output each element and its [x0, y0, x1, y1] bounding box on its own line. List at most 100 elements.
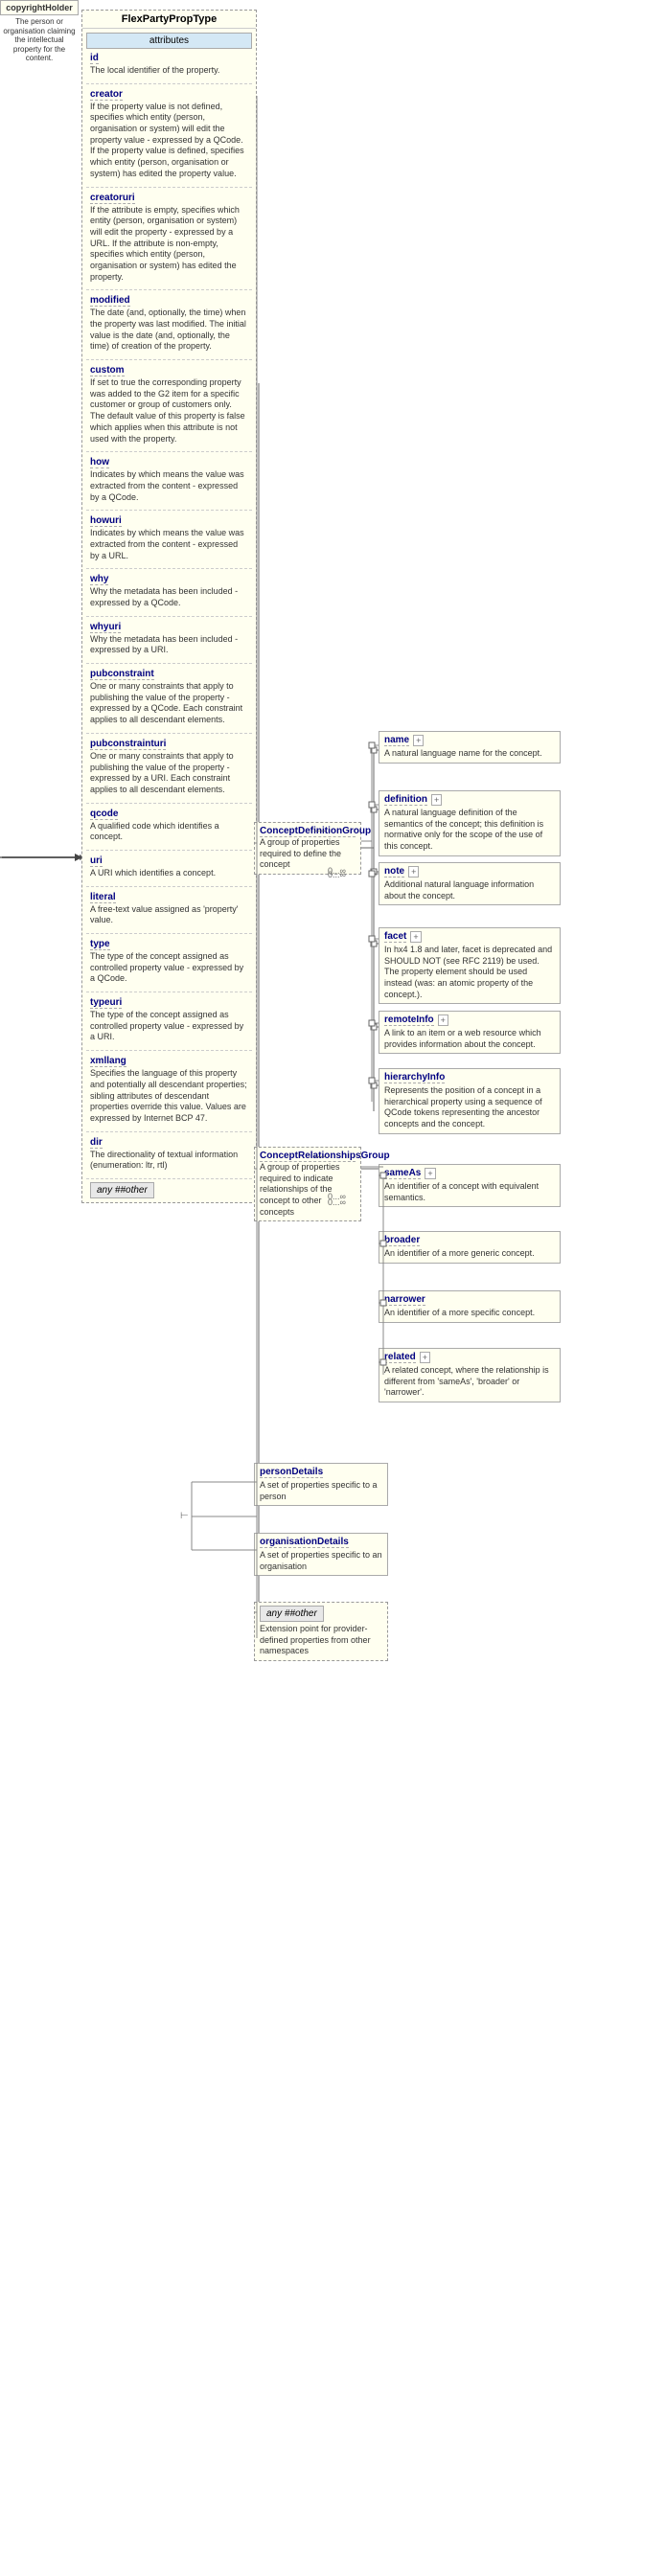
- attr-divider-2: [86, 289, 252, 290]
- attr-name-qcode: qcode: [90, 809, 118, 820]
- attr-desc-id: The local identifier of the property.: [90, 65, 248, 77]
- attr-desc-xmllang: Specifies the language of this property …: [90, 1068, 248, 1124]
- attr-name-uri: uri: [90, 855, 103, 867]
- attr-divider-1: [86, 187, 252, 188]
- attr-desc-qcode: A qualified code which identifies a conc…: [90, 821, 248, 843]
- attr-name-custom: custom: [90, 365, 125, 376]
- attr-item-whyuri: whyuriWhy the metadata has been included…: [90, 620, 248, 660]
- attr-desc-modified: The date (and, optionally, the time) whe…: [90, 308, 248, 353]
- attr-desc-how: Indicates by which means the value was e…: [90, 469, 248, 503]
- main-box-title: FlexPartyPropType: [82, 11, 256, 29]
- remote-info-box: remoteInfo + A link to an item or a web …: [379, 1011, 561, 1054]
- related-ext-icon: +: [420, 1352, 430, 1363]
- attr-item-pubconstrainturi: pubconstrainturiOne or many constraints …: [90, 737, 248, 800]
- attr-name-creatoruri: creatoruri: [90, 193, 135, 204]
- attr-name-id: id: [90, 53, 99, 64]
- concept-def-group-cardinality: 0...∞: [328, 870, 346, 879]
- attr-desc-dir: The directionality of textual informatio…: [90, 1150, 248, 1172]
- main-type-box: FlexPartyPropType attributes idThe local…: [81, 10, 257, 1203]
- attr-item-xmllang: xmllangSpecifies the language of this pr…: [90, 1054, 248, 1128]
- attr-divider-4: [86, 451, 252, 452]
- attr-item-id: idThe local identifier of the property.: [90, 51, 248, 80]
- broader-box: broader An identifier of a more generic …: [379, 1231, 561, 1264]
- attributes-section-header: attributes: [86, 33, 252, 49]
- attr-desc-pubconstrainturi: One or many constraints that apply to pu…: [90, 751, 248, 796]
- attr-item-creatoruri: creatoruriIf the attribute is empty, spe…: [90, 191, 248, 287]
- attr-item-uri: uriA URI which identifies a concept.: [90, 854, 248, 883]
- attr-name-typeuri: typeuri: [90, 997, 122, 1009]
- attr-divider-13: [86, 933, 252, 934]
- name-ext-icon: +: [413, 735, 424, 746]
- attr-name-how: how: [90, 457, 109, 468]
- attr-name-type: type: [90, 939, 110, 950]
- attr-name-why: why: [90, 574, 108, 585]
- attr-divider-16: [86, 1131, 252, 1132]
- facet-ext-icon: +: [410, 931, 421, 943]
- attr-name-xmllang: xmllang: [90, 1056, 126, 1067]
- name-box: name + A natural language name for the c…: [379, 731, 561, 764]
- attr-desc-whyuri: Why the metadata has been included - exp…: [90, 634, 248, 656]
- attr-desc-why: Why the metadata has been included - exp…: [90, 586, 248, 608]
- attr-item-why: whyWhy the metadata has been included - …: [90, 572, 248, 612]
- attr-name-literal: literal: [90, 892, 116, 903]
- attr-name-whyuri: whyuri: [90, 622, 121, 633]
- same-as-box: sameAs + An identifier of a concept with…: [379, 1164, 561, 1207]
- concept-definition-group-box: ConceptDefinitionGroup A group of proper…: [254, 822, 361, 875]
- attr-desc-custom: If set to true the corresponding propert…: [90, 377, 248, 445]
- attr-item-literal: literalA free-text value assigned as 'pr…: [90, 890, 248, 930]
- attr-item-pubconstraint: pubconstraintOne or many constraints tha…: [90, 667, 248, 730]
- concept-relationships-group-box: ConceptRelationshipsGroup A group of pro…: [254, 1147, 361, 1221]
- same-as-ext-icon: +: [425, 1168, 435, 1179]
- narrower-box: narrower An identifier of a more specifi…: [379, 1290, 561, 1323]
- attr-divider-5: [86, 510, 252, 511]
- attr-item-how: howIndicates by which means the value wa…: [90, 455, 248, 507]
- hierarchy-info-box: hierarchyInfo Represents the position of…: [379, 1068, 561, 1134]
- remote-info-ext-icon: +: [438, 1014, 448, 1026]
- attr-item-type: typeThe type of the concept assigned as …: [90, 937, 248, 989]
- attr-item-typeuri: typeuriThe type of the concept assigned …: [90, 995, 248, 1047]
- attr-desc-creatoruri: If the attribute is empty, specifies whi…: [90, 205, 248, 284]
- organisation-details-box: organisationDetails A set of properties …: [254, 1533, 388, 1576]
- attr-divider-8: [86, 663, 252, 664]
- attr-divider-9: [86, 733, 252, 734]
- concept-rel-group-cardinality: 0...∞: [328, 1197, 346, 1207]
- attr-item-dir: dirThe directionality of textual informa…: [90, 1135, 248, 1175]
- attr-divider-10: [86, 803, 252, 804]
- diagram-container: copyrightHolder The person or organisati…: [0, 0, 666, 2576]
- attr-item-custom: customIf set to true the corresponding p…: [90, 363, 248, 448]
- person-details-box: personDetails A set of properties specif…: [254, 1463, 388, 1506]
- attr-item-qcode: qcodeA qualified code which identifies a…: [90, 807, 248, 847]
- attr-divider-11: [86, 850, 252, 851]
- note-box: note + Additional natural language infor…: [379, 862, 561, 905]
- attr-desc-literal: A free-text value assigned as 'property'…: [90, 904, 248, 926]
- attr-divider-15: [86, 1050, 252, 1051]
- attr-name-pubconstraint: pubconstraint: [90, 669, 154, 680]
- related-box: related + A related concept, where the r…: [379, 1348, 561, 1402]
- any-other-item: any ##other: [90, 1182, 248, 1198]
- attr-desc-type: The type of the concept assigned as cont…: [90, 951, 248, 985]
- attr-divider-12: [86, 886, 252, 887]
- attr-divider-7: [86, 616, 252, 617]
- attr-desc-pubconstraint: One or many constraints that apply to pu…: [90, 681, 248, 726]
- note-ext-icon: +: [408, 866, 419, 878]
- svg-text:⊢: ⊢: [180, 1511, 189, 1521]
- definition-ext-icon: +: [431, 794, 442, 806]
- attr-name-howuri: howuri: [90, 515, 122, 527]
- attr-desc-uri: A URI which identifies a concept.: [90, 868, 248, 879]
- facet-box: facet + In hx4 1.8 and later, facet is d…: [379, 927, 561, 1004]
- attr-name-modified: modified: [90, 295, 130, 307]
- definition-box: definition + A natural language definiti…: [379, 790, 561, 856]
- attr-name-dir: dir: [90, 1137, 103, 1149]
- attr-divider-0: [86, 83, 252, 84]
- attr-desc-creator: If the property value is not defined, sp…: [90, 102, 248, 180]
- attr-name-pubconstrainturi: pubconstrainturi: [90, 739, 166, 750]
- any-other-bottom-box: any ##other Extension point for provider…: [254, 1602, 388, 1661]
- attr-desc-howuri: Indicates by which means the value was e…: [90, 528, 248, 561]
- bottom-divider: [86, 1178, 252, 1179]
- attributes-container: idThe local identifier of the property. c…: [82, 51, 256, 1175]
- attr-item-howuri: howuriIndicates by which means the value…: [90, 513, 248, 565]
- attr-desc-typeuri: The type of the concept assigned as cont…: [90, 1010, 248, 1043]
- attr-item-modified: modifiedThe date (and, optionally, the t…: [90, 293, 248, 356]
- attr-divider-6: [86, 568, 252, 569]
- attr-name-creator: creator: [90, 89, 123, 101]
